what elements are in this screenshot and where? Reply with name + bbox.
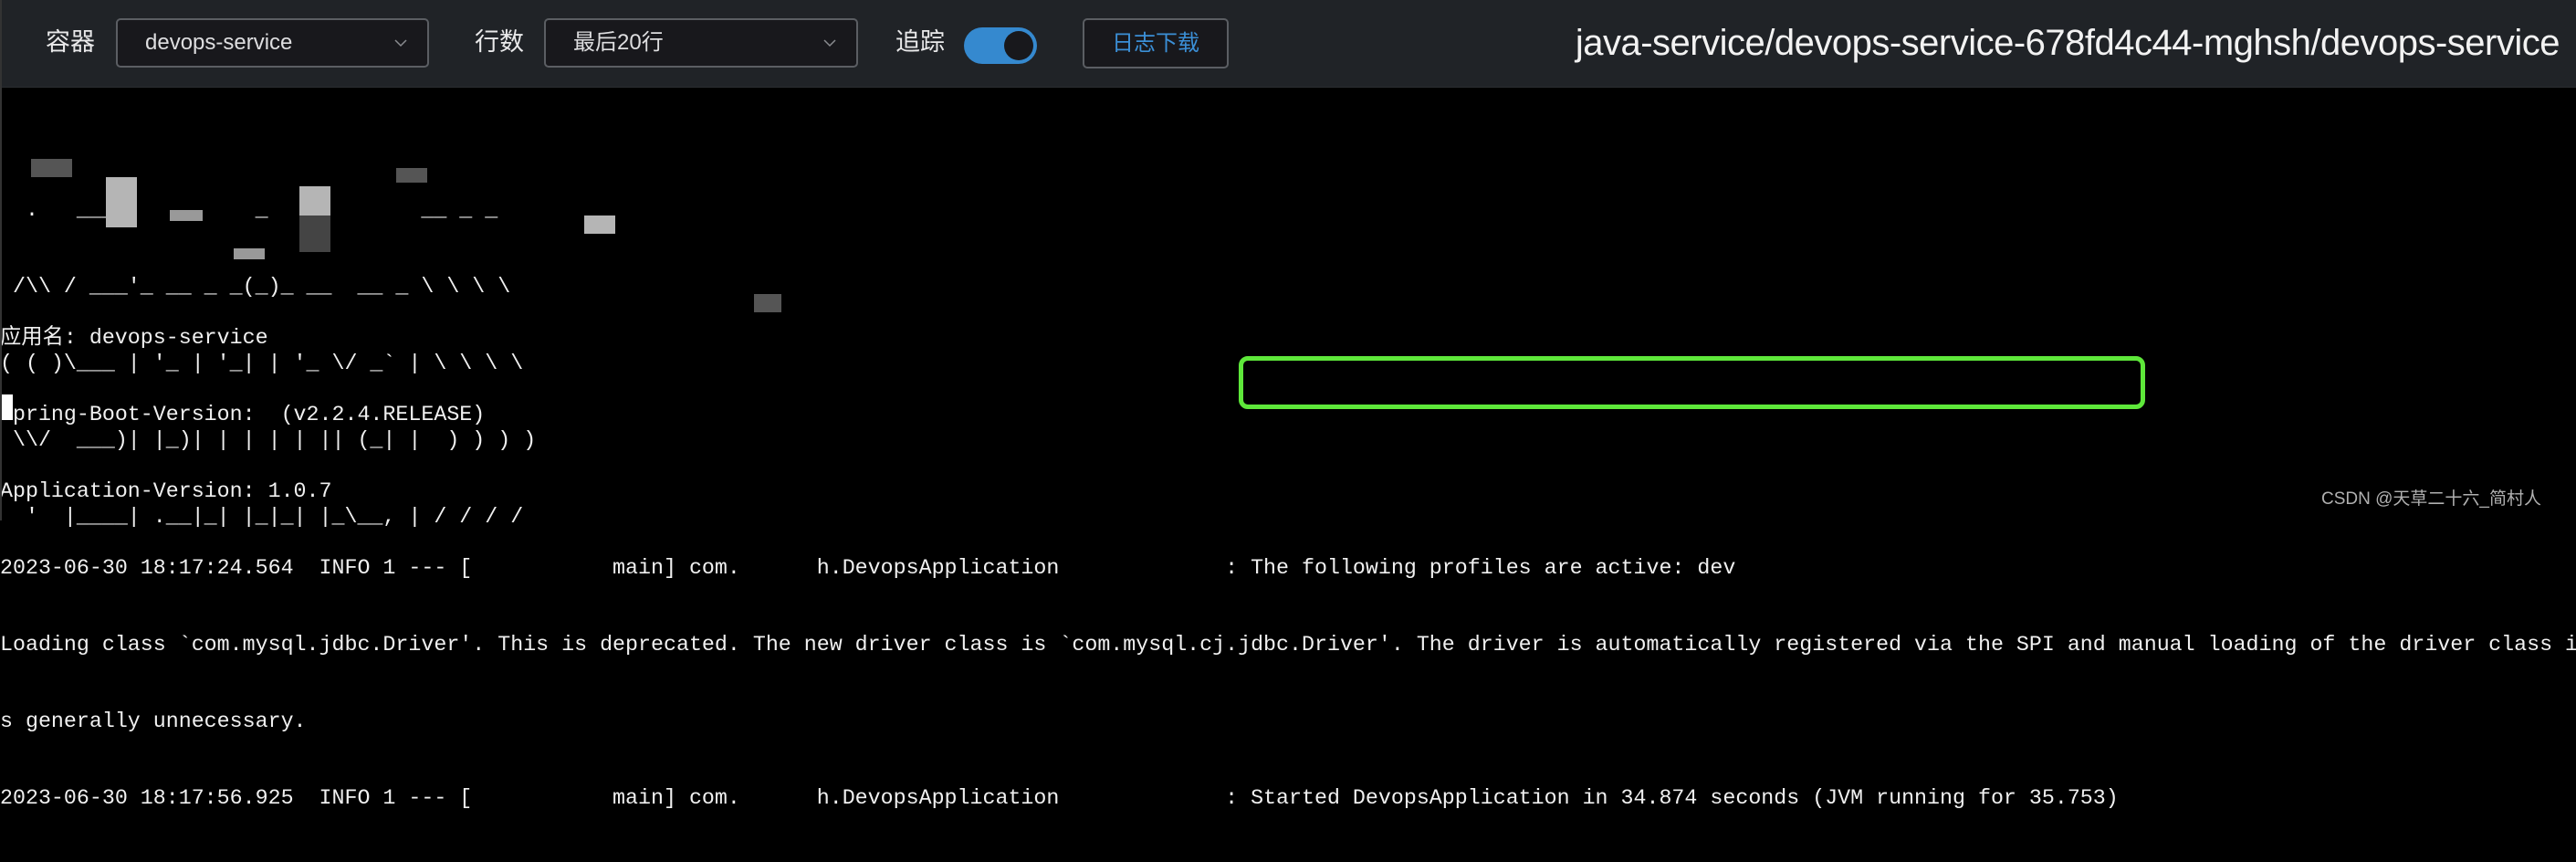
lines-select-value: 最后20行: [573, 30, 664, 55]
download-log-button[interactable]: 日志下载: [1083, 18, 1229, 68]
banner-mosaic: [396, 168, 427, 183]
redaction-mask: [754, 294, 781, 312]
chevron-down-icon: [394, 39, 407, 47]
log-line: 2023-06-30 18:17:24.564 INFO 1 --- [ mai…: [0, 556, 1736, 580]
log-lines: . ____ _ __ _ _ /\\ / ___'_ __ _ _(_)_ _…: [0, 95, 2576, 862]
banner-mosaic: [170, 210, 203, 221]
watermark: CSDN @天草二十六_简村人: [2321, 489, 2541, 509]
log-line: Loading class `com.mysql.jdbc.Driver'. T…: [0, 633, 2576, 657]
toolbar-header: 容器 devops-service 行数 最后20行 追踪 日志下载 java-…: [0, 0, 2576, 88]
banner-mosaic: [234, 248, 265, 259]
terminal-cursor: [0, 394, 13, 420]
banner-mosaic: [299, 186, 330, 216]
left-border: [0, 0, 2, 520]
log-viewer[interactable]: . ____ _ __ _ _ /\\ / ___'_ __ _ _(_)_ _…: [0, 88, 2576, 810]
banner-line: ' |____| .__|_| |_|_| |_\__, | / / / /: [0, 505, 524, 529]
ascii-banner: . ____ _ __ _ _ /\\ / ___'_ __ _ _(_)_ _…: [0, 146, 2576, 529]
banner-line: /\\ / ___'_ __ _ _(_)_ __ __ _ \ \ \ \: [0, 275, 511, 299]
chevron-down-icon: [823, 39, 836, 47]
lines-label: 行数: [475, 28, 524, 56]
follow-toggle[interactable]: [964, 27, 1037, 64]
container-select[interactable]: devops-service: [116, 18, 429, 68]
banner-mosaic: [299, 216, 330, 252]
lines-select[interactable]: 最后20行: [544, 18, 858, 68]
log-line: s generally unnecessary.: [0, 710, 307, 733]
banner-mosaic: [584, 216, 615, 234]
pod-path-title: java-service/devops-service-678fd4c44-mg…: [1575, 23, 2560, 63]
banner-mosaic: [106, 177, 137, 227]
container-select-value: devops-service: [145, 30, 293, 55]
container-label: 容器: [46, 28, 95, 56]
follow-label: 追踪: [895, 28, 945, 56]
banner-mosaic: [31, 159, 72, 177]
toggle-knob: [1004, 31, 1033, 60]
log-line: 2023-06-30 18:17:56.925 INFO 1 --- [ mai…: [0, 786, 2119, 810]
banner-line: . ____ _ __ _ _: [0, 198, 498, 222]
highlight-box: [1239, 356, 2145, 409]
banner-line: \\/ ___)| |_)| | | | | || (_| | ) ) ) ): [0, 428, 537, 452]
